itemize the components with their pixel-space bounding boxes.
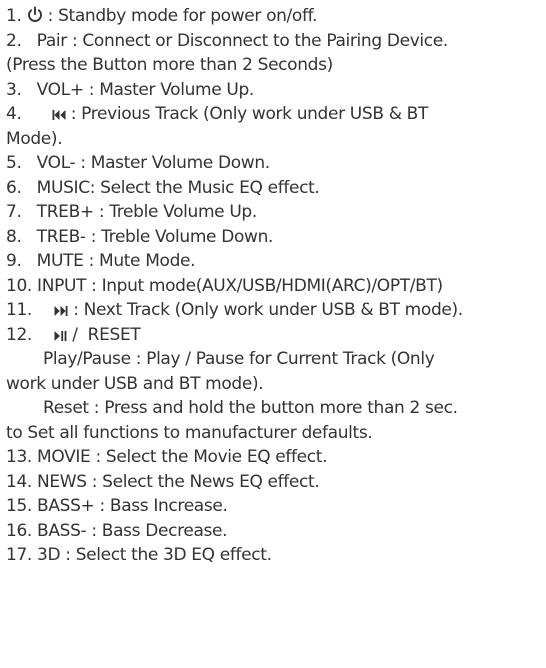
play-pause-desc-cont: work under USB and BT mode). xyxy=(6,373,264,394)
button-function-list: 1. : Standby mode for power on/off. 2. P… xyxy=(0,0,546,668)
list-item-mute: 9. MUTE : Mute Mode. xyxy=(6,251,196,271)
list-item-news: 14. NEWS : Select the News EQ effect. xyxy=(6,471,320,492)
list-item-play-reset: 12. / RESET xyxy=(6,323,546,348)
list-item-treble-up: 7. TREB+ : Treble Volume Up. xyxy=(6,202,257,222)
reset-desc-cont: to Set all functions to manufacturer def… xyxy=(6,422,373,443)
list-item-movie: 13. MOVIE : Select the Movie EQ effect. xyxy=(6,447,328,467)
list-item-next-track: 11. : Next Track (Only work under USB & … xyxy=(6,298,546,323)
play-pause-desc: Play/Pause : Play / Pause for Current Tr… xyxy=(43,349,435,369)
list-item-3d: 17. 3D : Select the 3D EQ effect. xyxy=(6,545,272,565)
list-item-pair-note: (Press the Button more than 2 Seconds) xyxy=(6,55,333,75)
list-item-music: 6. MUSIC: Select the Music EQ effect. xyxy=(6,177,320,198)
list-item-previous-track: 4. : Previous Track (Only work under USB… xyxy=(6,102,546,127)
item-text: : Standby mode for power on/off. xyxy=(47,6,318,26)
previous-track-icon xyxy=(52,104,66,129)
list-item-vol-down: 5. VOL- : Master Volume Down. xyxy=(6,153,270,173)
list-item-vol-up: 3. VOL+ : Master Volume Up. xyxy=(6,79,254,100)
reset-desc: Reset : Press and hold the button more t… xyxy=(43,398,458,418)
play-pause-icon xyxy=(54,325,67,350)
item-number: 12. xyxy=(6,324,32,345)
item-text: / RESET xyxy=(72,324,141,345)
power-icon xyxy=(27,6,43,31)
list-item-bass-up: 15. BASS+ : Bass Increase. xyxy=(6,496,228,516)
list-item-bass-down: 16. BASS- : Bass Decrease. xyxy=(6,520,228,541)
list-item-pair: 2. Pair : Connect or Disconnect to the P… xyxy=(6,30,448,51)
next-track-icon xyxy=(54,300,68,325)
list-item-treble-down: 8. TREB- : Treble Volume Down. xyxy=(6,226,274,247)
list-item-power: 1. : Standby mode for power on/off. xyxy=(6,4,546,29)
list-item-input: 10. INPUT : Input mode(AUX/USB/HDMI(ARC)… xyxy=(6,275,443,296)
item-number: 1. xyxy=(6,6,22,26)
list-item-previous-track-cont: Mode). xyxy=(6,128,63,149)
item-text: : Previous Track (Only work under USB & … xyxy=(70,104,429,124)
item-text: : Next Track (Only work under USB & BT m… xyxy=(73,300,463,320)
item-number: 11. xyxy=(6,300,32,320)
item-number: 4. xyxy=(6,104,22,124)
